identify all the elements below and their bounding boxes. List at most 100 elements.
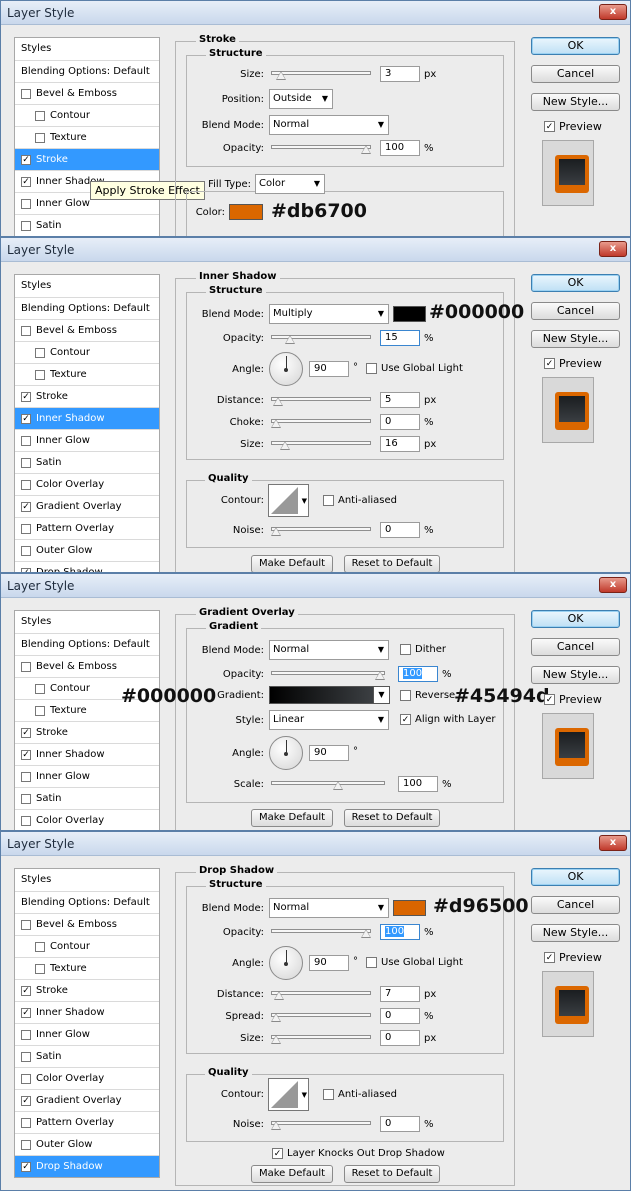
slider-thumb[interactable] bbox=[271, 1121, 281, 1130]
sidebar-checkbox[interactable] bbox=[21, 1030, 31, 1040]
size-slider[interactable] bbox=[271, 1035, 371, 1044]
reverse-checkbox[interactable] bbox=[400, 690, 411, 701]
sidebar-checkbox[interactable] bbox=[21, 221, 31, 231]
sidebar-item-bevel-emboss[interactable]: Bevel & Emboss bbox=[15, 83, 159, 105]
opacity-slider[interactable] bbox=[271, 335, 371, 344]
sidebar-checkbox[interactable] bbox=[35, 706, 45, 716]
slider-thumb[interactable] bbox=[273, 991, 284, 1000]
slider-thumb[interactable] bbox=[272, 397, 283, 406]
spread-input[interactable]: 0 bbox=[380, 1008, 420, 1024]
cancel-button[interactable]: Cancel bbox=[531, 896, 620, 914]
opacity-input[interactable]: 100 bbox=[398, 666, 438, 682]
sidebar-item-stroke[interactable]: ✓ Stroke bbox=[15, 386, 159, 408]
reset-default-button[interactable]: Reset to Default bbox=[344, 555, 440, 572]
sidebar-item-stroke[interactable]: ✓ Stroke bbox=[15, 722, 159, 744]
new-style-button[interactable]: New Style... bbox=[531, 93, 620, 111]
sidebar-checkbox[interactable]: ✓ bbox=[21, 177, 31, 187]
distance-input[interactable]: 5 bbox=[380, 392, 420, 408]
gradient-picker[interactable]: ▼ bbox=[269, 686, 390, 704]
slider-thumb[interactable] bbox=[361, 145, 371, 154]
preview-checkbox[interactable]: ✓ bbox=[544, 358, 555, 369]
sidebar-item-pattern-overlay[interactable]: Pattern Overlay bbox=[15, 518, 159, 540]
sidebar-checkbox[interactable]: ✓ bbox=[21, 750, 31, 760]
sidebar-item-gradient-overlay[interactable]: ✓ Gradient Overlay bbox=[15, 496, 159, 518]
slider-thumb[interactable] bbox=[275, 71, 286, 80]
slider-thumb[interactable] bbox=[375, 671, 385, 680]
angle-dial[interactable] bbox=[269, 946, 303, 980]
sidebar-item-satin[interactable]: Satin bbox=[15, 452, 159, 474]
contour-picker[interactable]: ▼ bbox=[268, 484, 309, 517]
sidebar-checkbox[interactable]: ✓ bbox=[21, 414, 31, 424]
sidebar-item-outer-glow[interactable]: Outer Glow bbox=[15, 1134, 159, 1156]
sidebar-item-inner-glow[interactable]: Inner Glow bbox=[15, 766, 159, 788]
sidebar-item-gradient-overlay[interactable]: ✓ Gradient Overlay bbox=[15, 1090, 159, 1112]
ok-button[interactable]: OK bbox=[531, 274, 620, 292]
sidebar-item-styles[interactable]: Styles bbox=[15, 611, 159, 634]
sidebar-item-stroke[interactable]: ✓ Stroke bbox=[15, 980, 159, 1002]
spread-slider[interactable] bbox=[271, 1013, 371, 1022]
sidebar-item-bevel-emboss[interactable]: Bevel & Emboss bbox=[15, 656, 159, 678]
sidebar-item-drop-shadow[interactable]: ✓ Drop Shadow bbox=[15, 1156, 159, 1177]
sidebar-item-texture[interactable]: Texture bbox=[15, 364, 159, 386]
sidebar-checkbox[interactable]: ✓ bbox=[21, 1096, 31, 1106]
sidebar-checkbox[interactable] bbox=[21, 524, 31, 534]
angle-input[interactable]: 90 bbox=[309, 745, 349, 761]
choke-slider[interactable] bbox=[271, 419, 371, 428]
sidebar-item-blending-options-default[interactable]: Blending Options: Default bbox=[15, 298, 159, 320]
global-light-checkbox[interactable] bbox=[366, 957, 377, 968]
noise-slider[interactable] bbox=[271, 527, 371, 536]
sidebar-checkbox[interactable] bbox=[35, 348, 45, 358]
sidebar-item-inner-glow[interactable]: Inner Glow bbox=[15, 430, 159, 452]
sidebar-item-satin[interactable]: Satin bbox=[15, 215, 159, 236]
preview-checkbox[interactable]: ✓ bbox=[544, 694, 555, 705]
ok-button[interactable]: OK bbox=[531, 610, 620, 628]
sidebar-item-inner-glow[interactable]: Inner Glow bbox=[15, 1024, 159, 1046]
knockout-checkbox[interactable]: ✓ bbox=[272, 1148, 283, 1159]
slider-thumb[interactable] bbox=[271, 419, 281, 428]
sidebar-checkbox[interactable]: ✓ bbox=[21, 728, 31, 738]
slider-thumb[interactable] bbox=[280, 441, 290, 450]
sidebar-checkbox[interactable]: ✓ bbox=[21, 1008, 31, 1018]
new-style-button[interactable]: New Style... bbox=[531, 924, 620, 942]
sidebar-item-contour[interactable]: Contour bbox=[15, 936, 159, 958]
sidebar-checkbox[interactable] bbox=[21, 1052, 31, 1062]
sidebar-checkbox[interactable]: ✓ bbox=[21, 502, 31, 512]
size-input[interactable]: 3 bbox=[380, 66, 420, 82]
angle-dial[interactable] bbox=[269, 736, 303, 770]
sidebar-item-color-overlay[interactable]: Color Overlay bbox=[15, 1068, 159, 1090]
sidebar-checkbox[interactable] bbox=[21, 199, 31, 209]
size-slider[interactable] bbox=[271, 441, 371, 450]
chevron-down-icon[interactable]: ▼ bbox=[373, 687, 389, 703]
distance-slider[interactable] bbox=[271, 991, 371, 1000]
blend-mode-select[interactable]: Multiply ▼ bbox=[269, 304, 389, 324]
cancel-button[interactable]: Cancel bbox=[531, 638, 620, 656]
global-light-checkbox[interactable] bbox=[366, 363, 377, 374]
close-button[interactable]: x bbox=[599, 835, 627, 851]
new-style-button[interactable]: New Style... bbox=[531, 330, 620, 348]
noise-input[interactable]: 0 bbox=[380, 522, 420, 538]
sidebar-checkbox[interactable] bbox=[35, 370, 45, 380]
noise-slider[interactable] bbox=[271, 1121, 371, 1130]
sidebar-item-satin[interactable]: Satin bbox=[15, 788, 159, 810]
distance-slider[interactable] bbox=[271, 397, 371, 406]
sidebar-item-contour[interactable]: Contour bbox=[15, 105, 159, 127]
angle-input[interactable]: 90 bbox=[309, 361, 349, 377]
scale-input[interactable]: 100 bbox=[398, 776, 438, 792]
sidebar-checkbox[interactable] bbox=[21, 772, 31, 782]
size-slider[interactable] bbox=[271, 71, 371, 80]
sidebar-item-blending-options-default[interactable]: Blending Options: Default bbox=[15, 634, 159, 656]
ok-button[interactable]: OK bbox=[531, 37, 620, 55]
scale-slider[interactable] bbox=[271, 781, 385, 790]
sidebar-item-inner-shadow[interactable]: ✓ Inner Shadow bbox=[15, 1002, 159, 1024]
sidebar-item-styles[interactable]: Styles bbox=[15, 275, 159, 298]
slider-thumb[interactable] bbox=[271, 1013, 281, 1022]
sidebar-item-drop-shadow[interactable]: ✓ Drop Shadow bbox=[15, 562, 159, 572]
sidebar-checkbox[interactable] bbox=[21, 1140, 31, 1150]
sidebar-checkbox[interactable]: ✓ bbox=[21, 392, 31, 402]
new-style-button[interactable]: New Style... bbox=[531, 666, 620, 684]
sidebar-checkbox[interactable]: ✓ bbox=[21, 1162, 31, 1172]
slider-thumb[interactable] bbox=[271, 1035, 281, 1044]
reset-default-button[interactable]: Reset to Default bbox=[344, 809, 440, 827]
sidebar-checkbox[interactable] bbox=[21, 920, 31, 930]
sidebar-checkbox[interactable] bbox=[35, 942, 45, 952]
